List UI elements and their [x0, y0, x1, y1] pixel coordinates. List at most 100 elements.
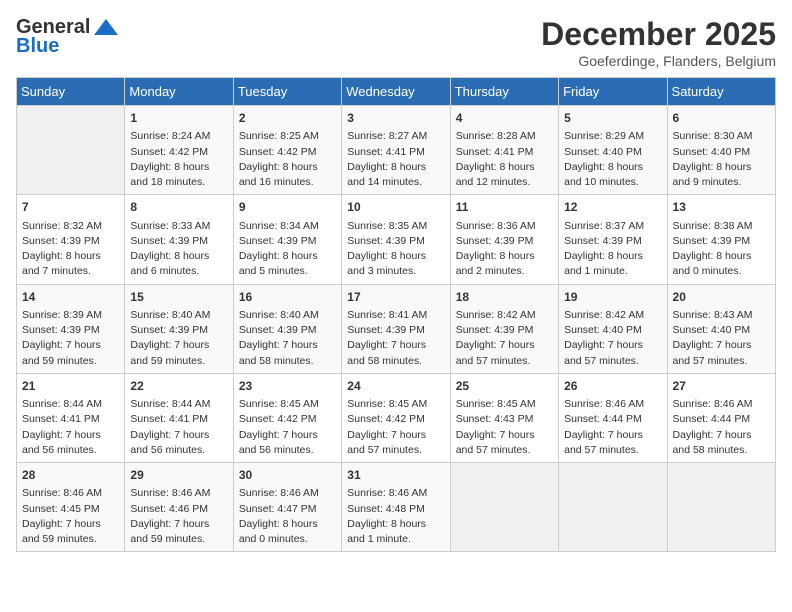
day-number: 28: [22, 467, 119, 484]
day-number: 18: [456, 289, 553, 306]
day-number: 1: [130, 110, 227, 127]
day-number: 24: [347, 378, 444, 395]
calendar-cell: 5 Sunrise: 8:29 AM Sunset: 4:40 PM Daylig…: [559, 106, 667, 195]
day-number: 29: [130, 467, 227, 484]
day-number: 13: [673, 199, 770, 216]
day-number: 20: [673, 289, 770, 306]
cell-info: Sunrise: 8:46 AM Sunset: 4:44 PM Dayligh…: [564, 397, 661, 458]
calendar-cell: 26Sunrise: 8:46 AM Sunset: 4:44 PM Dayli…: [559, 373, 667, 462]
cell-info: Sunrise: 8:46 AM Sunset: 4:44 PM Dayligh…: [673, 397, 770, 458]
calendar-cell: 15 Sunrise: 8:40 AM Sunset: 4:39 PM Dayli…: [125, 284, 233, 373]
week-row-2: 7 Sunrise: 8:32 AM Sunset: 4:39 PM Daylig…: [17, 195, 776, 284]
week-row-4: 21 Sunrise: 8:44 AM Sunset: 4:41 PM Dayli…: [17, 373, 776, 462]
calendar-cell: 29 Sunrise: 8:46 AM Sunset: 4:46 PM Dayli…: [125, 463, 233, 552]
title-block: December 2025 Goeferdinge, Flanders, Bel…: [541, 16, 776, 69]
calendar-header-row: SundayMondayTuesdayWednesdayThursdayFrid…: [17, 78, 776, 106]
calendar-table: SundayMondayTuesdayWednesdayThursdayFrid…: [16, 77, 776, 552]
cell-info: Sunrise: 8:42 AM Sunset: 4:39 PM Dayligh…: [456, 308, 553, 369]
calendar-cell: 9 Sunrise: 8:34 AM Sunset: 4:39 PM Daylig…: [233, 195, 341, 284]
col-header-friday: Friday: [559, 78, 667, 106]
logo-icon: [92, 17, 120, 39]
col-header-sunday: Sunday: [17, 78, 125, 106]
calendar-cell: 24 Sunrise: 8:45 AM Sunset: 4:42 PM Dayli…: [342, 373, 450, 462]
cell-info: Sunrise: 8:33 AM Sunset: 4:39 PM Dayligh…: [130, 219, 227, 280]
day-number: 21: [22, 378, 119, 395]
page-header: General Blue December 2025 Goeferdinge, …: [16, 16, 776, 69]
cell-info: Sunrise: 8:42 AM Sunset: 4:40 PM Dayligh…: [564, 308, 661, 369]
calendar-cell: 10 Sunrise: 8:35 AM Sunset: 4:39 PM Dayli…: [342, 195, 450, 284]
cell-info: Sunrise: 8:45 AM Sunset: 4:42 PM Dayligh…: [347, 397, 444, 458]
calendar-cell: 14 Sunrise: 8:39 AM Sunset: 4:39 PM Dayli…: [17, 284, 125, 373]
cell-info: Sunrise: 8:29 AM Sunset: 4:40 PM Dayligh…: [564, 129, 661, 190]
day-number: 19: [564, 289, 661, 306]
calendar-cell: 19 Sunrise: 8:42 AM Sunset: 4:40 PM Dayli…: [559, 284, 667, 373]
day-number: 17: [347, 289, 444, 306]
cell-info: Sunrise: 8:46 AM Sunset: 4:48 PM Dayligh…: [347, 486, 444, 547]
cell-info: Sunrise: 8:36 AM Sunset: 4:39 PM Dayligh…: [456, 219, 553, 280]
col-header-tuesday: Tuesday: [233, 78, 341, 106]
col-header-monday: Monday: [125, 78, 233, 106]
day-number: 23: [239, 378, 336, 395]
calendar-cell: 27 Sunrise: 8:46 AM Sunset: 4:44 PM Dayli…: [667, 373, 775, 462]
day-number: 14: [22, 289, 119, 306]
calendar-cell: 18 Sunrise: 8:42 AM Sunset: 4:39 PM Dayli…: [450, 284, 558, 373]
logo: General Blue: [16, 16, 120, 58]
day-number: 6: [673, 110, 770, 127]
calendar-cell: 6 Sunrise: 8:30 AM Sunset: 4:40 PM Daylig…: [667, 106, 775, 195]
day-number: 22: [130, 378, 227, 395]
cell-info: Sunrise: 8:30 AM Sunset: 4:40 PM Dayligh…: [673, 129, 770, 190]
calendar-body: 1 Sunrise: 8:24 AM Sunset: 4:42 PM Daylig…: [17, 106, 776, 552]
cell-info: Sunrise: 8:44 AM Sunset: 4:41 PM Dayligh…: [130, 397, 227, 458]
day-number: 11: [456, 199, 553, 216]
location: Goeferdinge, Flanders, Belgium: [541, 53, 776, 69]
calendar-cell: 11 Sunrise: 8:36 AM Sunset: 4:39 PM Dayli…: [450, 195, 558, 284]
cell-info: Sunrise: 8:40 AM Sunset: 4:39 PM Dayligh…: [130, 308, 227, 369]
cell-info: Sunrise: 8:40 AM Sunset: 4:39 PM Dayligh…: [239, 308, 336, 369]
cell-info: Sunrise: 8:46 AM Sunset: 4:47 PM Dayligh…: [239, 486, 336, 547]
calendar-cell: 7 Sunrise: 8:32 AM Sunset: 4:39 PM Daylig…: [17, 195, 125, 284]
month-title: December 2025: [541, 16, 776, 53]
calendar-cell: 21Sunrise: 8:44 AM Sunset: 4:41 PM Dayli…: [17, 373, 125, 462]
cell-info: Sunrise: 8:34 AM Sunset: 4:39 PM Dayligh…: [239, 219, 336, 280]
cell-info: Sunrise: 8:46 AM Sunset: 4:46 PM Dayligh…: [130, 486, 227, 547]
cell-info: Sunrise: 8:46 AM Sunset: 4:45 PM Dayligh…: [22, 486, 119, 547]
calendar-cell: 30 Sunrise: 8:46 AM Sunset: 4:47 PM Dayli…: [233, 463, 341, 552]
calendar-cell: 25 Sunrise: 8:45 AM Sunset: 4:43 PM Dayli…: [450, 373, 558, 462]
logo-blue: Blue: [16, 35, 59, 58]
calendar-cell: 13 Sunrise: 8:38 AM Sunset: 4:39 PM Dayli…: [667, 195, 775, 284]
day-number: 12: [564, 199, 661, 216]
day-number: 7: [22, 199, 119, 216]
cell-info: Sunrise: 8:45 AM Sunset: 4:42 PM Dayligh…: [239, 397, 336, 458]
day-number: 25: [456, 378, 553, 395]
calendar-cell: [559, 463, 667, 552]
day-number: 5: [564, 110, 661, 127]
cell-info: Sunrise: 8:38 AM Sunset: 4:39 PM Dayligh…: [673, 219, 770, 280]
day-number: 9: [239, 199, 336, 216]
calendar-cell: 1 Sunrise: 8:24 AM Sunset: 4:42 PM Daylig…: [125, 106, 233, 195]
col-header-thursday: Thursday: [450, 78, 558, 106]
cell-info: Sunrise: 8:35 AM Sunset: 4:39 PM Dayligh…: [347, 219, 444, 280]
cell-info: Sunrise: 8:45 AM Sunset: 4:43 PM Dayligh…: [456, 397, 553, 458]
day-number: 15: [130, 289, 227, 306]
cell-info: Sunrise: 8:25 AM Sunset: 4:42 PM Dayligh…: [239, 129, 336, 190]
cell-info: Sunrise: 8:43 AM Sunset: 4:40 PM Dayligh…: [673, 308, 770, 369]
cell-info: Sunrise: 8:24 AM Sunset: 4:42 PM Dayligh…: [130, 129, 227, 190]
cell-info: Sunrise: 8:27 AM Sunset: 4:41 PM Dayligh…: [347, 129, 444, 190]
cell-info: Sunrise: 8:41 AM Sunset: 4:39 PM Dayligh…: [347, 308, 444, 369]
day-number: 3: [347, 110, 444, 127]
week-row-5: 28 Sunrise: 8:46 AM Sunset: 4:45 PM Dayli…: [17, 463, 776, 552]
day-number: 10: [347, 199, 444, 216]
day-number: 4: [456, 110, 553, 127]
calendar-cell: 2Sunrise: 8:25 AM Sunset: 4:42 PM Daylig…: [233, 106, 341, 195]
day-number: 27: [673, 378, 770, 395]
day-number: 30: [239, 467, 336, 484]
cell-info: Sunrise: 8:32 AM Sunset: 4:39 PM Dayligh…: [22, 219, 119, 280]
calendar-cell: 28 Sunrise: 8:46 AM Sunset: 4:45 PM Dayli…: [17, 463, 125, 552]
calendar-cell: 17 Sunrise: 8:41 AM Sunset: 4:39 PM Dayli…: [342, 284, 450, 373]
cell-info: Sunrise: 8:37 AM Sunset: 4:39 PM Dayligh…: [564, 219, 661, 280]
week-row-3: 14 Sunrise: 8:39 AM Sunset: 4:39 PM Dayli…: [17, 284, 776, 373]
calendar-cell: [17, 106, 125, 195]
col-header-wednesday: Wednesday: [342, 78, 450, 106]
calendar-cell: 3 Sunrise: 8:27 AM Sunset: 4:41 PM Daylig…: [342, 106, 450, 195]
cell-info: Sunrise: 8:39 AM Sunset: 4:39 PM Dayligh…: [22, 308, 119, 369]
